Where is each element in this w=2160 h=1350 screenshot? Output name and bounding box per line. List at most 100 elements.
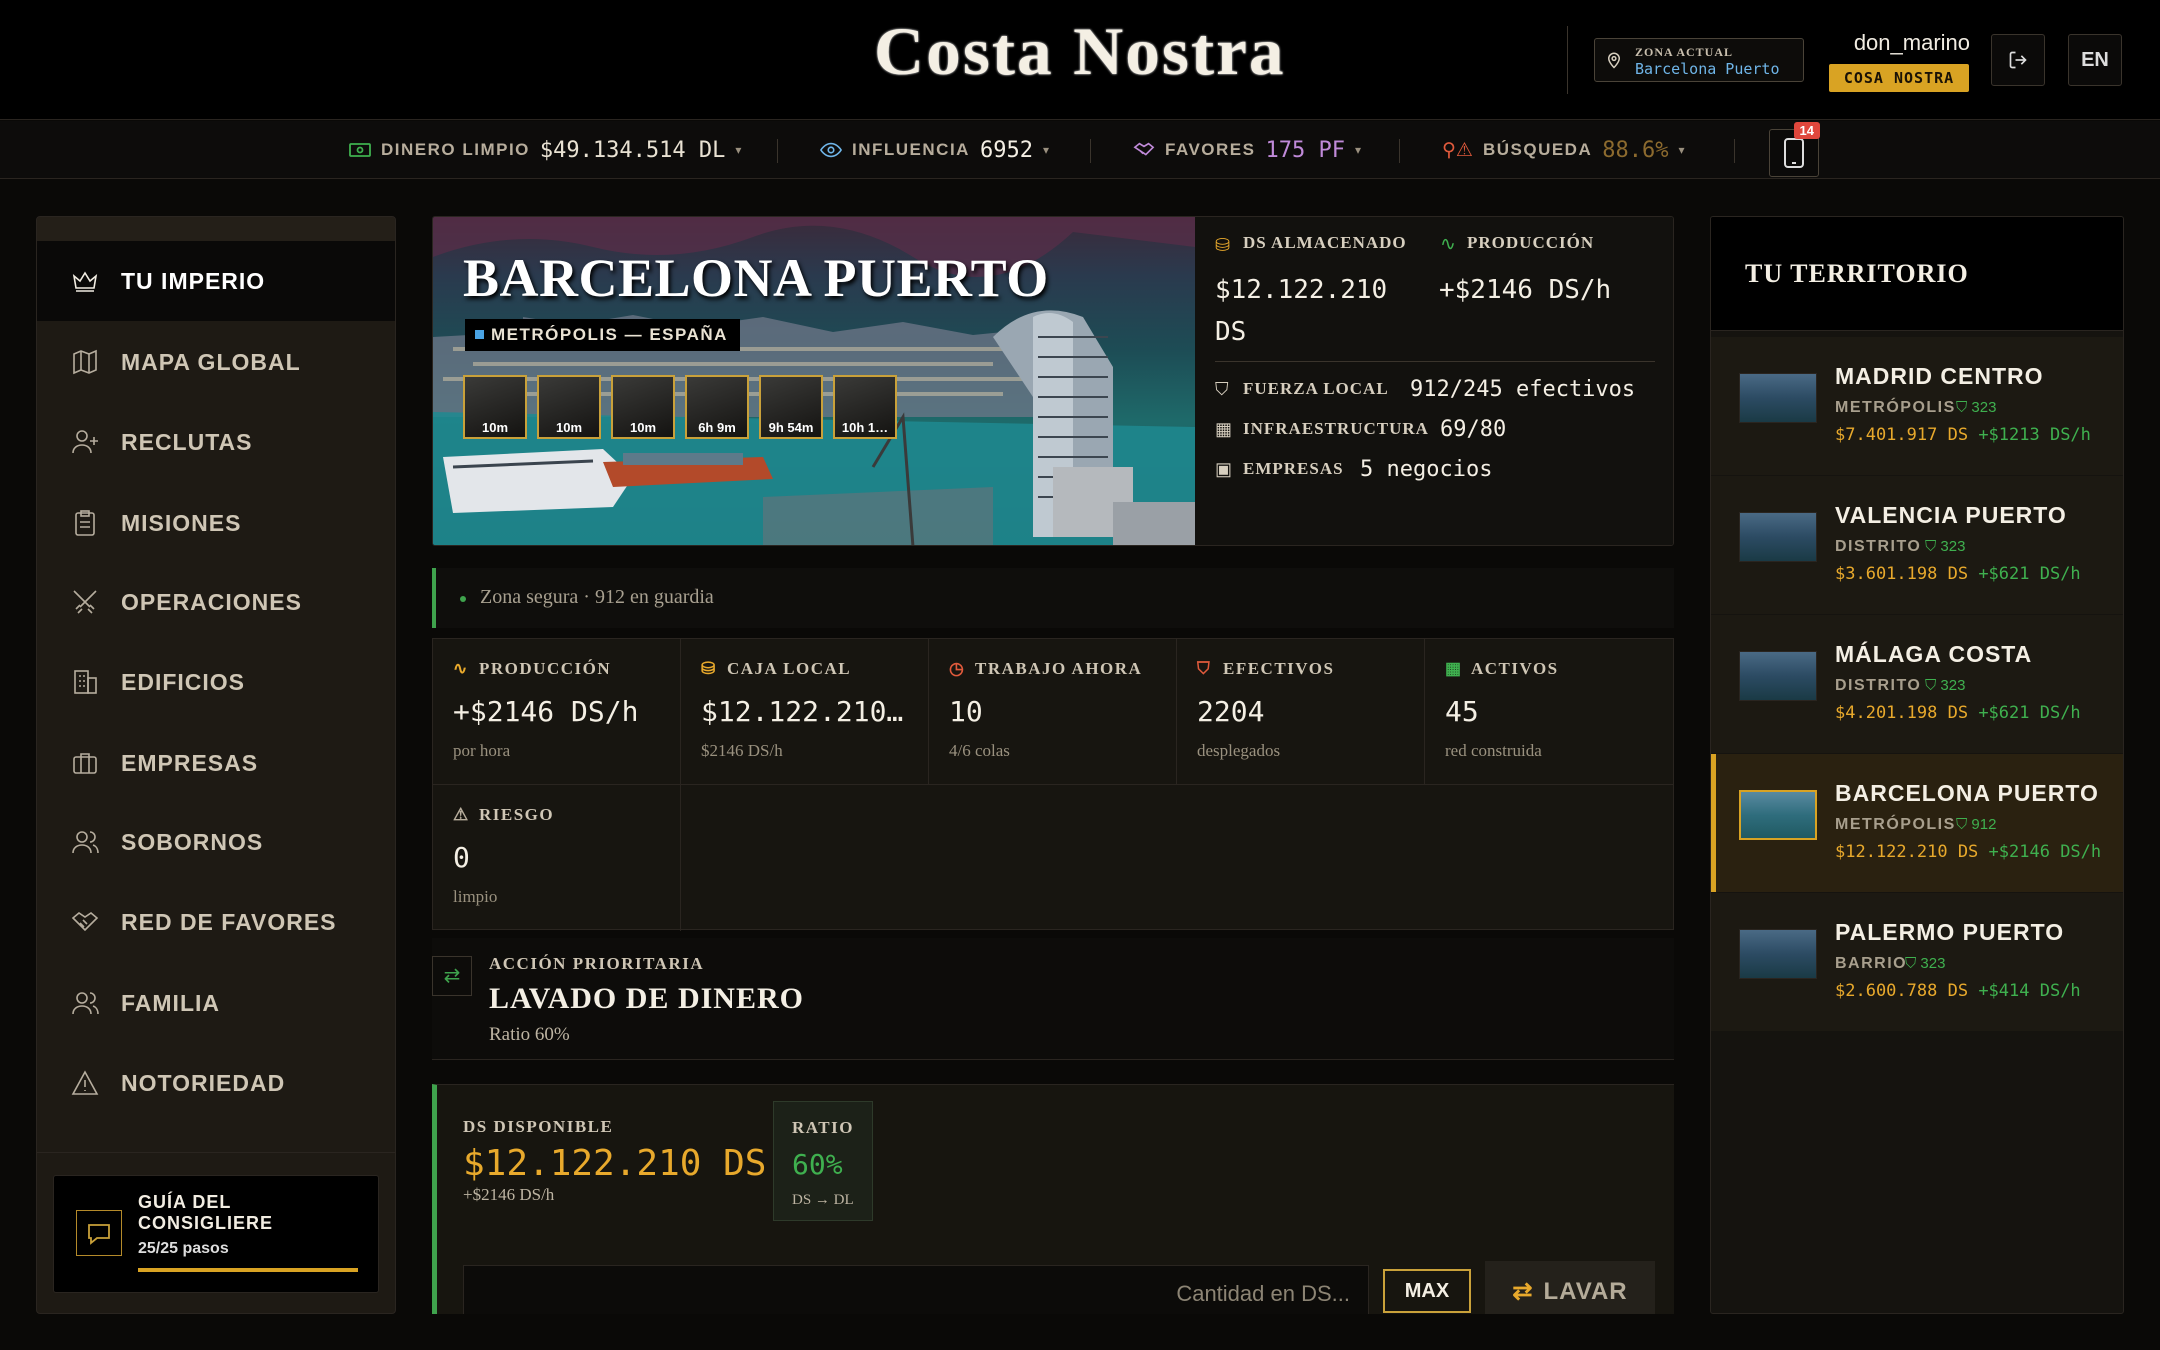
sidebar-item-label: RED DE FAVORES: [121, 908, 337, 935]
stat-value: $49.134.514 DL: [539, 137, 726, 163]
queue-timer-thumb[interactable]: 10m: [611, 375, 675, 439]
territory-thumbnail: [1739, 929, 1817, 979]
chevron-down-icon: ▾: [735, 143, 742, 157]
territory-thumbnail: [1739, 651, 1817, 701]
territory-type: DISTRITO: [1835, 677, 1922, 694]
metric-riesgo: ⚠ RIESGO 0 limpio: [433, 785, 681, 931]
sidebar-item-label: NOTORIEDAD: [121, 1069, 286, 1096]
money-laundering-panel: DS DISPONIBLE $12.122.210 DS +$2146 DS/h…: [432, 1084, 1674, 1314]
sidebar-item-edificios[interactable]: EDIFICIOS: [37, 642, 395, 722]
sidebar-item-red-de-favores[interactable]: RED DE FAVORES: [37, 882, 395, 962]
stat-influence[interactable]: INFLUENCIA 6952 ▾: [820, 121, 1049, 179]
sidebar-item-label: EDIFICIOS: [121, 668, 246, 695]
building-icon: ▦: [1445, 659, 1463, 678]
metric-sub: limpio: [453, 887, 498, 906]
sidebar-item-operaciones[interactable]: OPERACIONES: [37, 562, 395, 642]
alert-triangle-icon: [71, 1070, 99, 1095]
sidebar-top-strip: [37, 217, 395, 241]
swords-icon: [73, 590, 97, 614]
launder-button[interactable]: ⇄ LAVAR: [1485, 1261, 1655, 1314]
current-zone-indicator[interactable]: ZONA ACTUAL Barcelona Puerto: [1594, 38, 1804, 82]
territory-name: PALERMO PUERTO: [1835, 919, 2065, 945]
force-label: FUERZA LOCAL: [1243, 379, 1389, 398]
territory-type: BARRIO: [1835, 955, 1908, 972]
territory-item-palermo-puerto[interactable]: PALERMO PUERTO BARRIO ⛉ 323 $2.600.788 D…: [1711, 893, 2123, 1031]
available-rate: +$2146 DS/h: [463, 1185, 555, 1204]
queue-timer-thumb[interactable]: 10m: [463, 375, 527, 439]
production-label: PRODUCCIÓN: [1467, 233, 1595, 252]
ratio-conversion: DS → DL: [792, 1192, 854, 1208]
logout-button[interactable]: [1991, 34, 2045, 86]
metric-label: TRABAJO AHORA: [975, 659, 1143, 678]
sidebar-item-familia[interactable]: FAMILIA: [37, 963, 395, 1043]
sidebar-item-empresas[interactable]: EMPRESAS: [37, 723, 395, 803]
max-button[interactable]: MAX: [1383, 1269, 1471, 1313]
territory-item-malaga-costa[interactable]: MÁLAGA COSTA DISTRITO ⛉ 323 $4.201.198 D…: [1711, 615, 2123, 753]
stat-search[interactable]: ⚲⚠ BÚSQUEDA 88.6% ▾: [1442, 121, 1685, 179]
city-hero-card: BARCELONA PUERTO METRÓPOLIS — ESPAÑA 10m…: [432, 216, 1674, 546]
territory-type: METRÓPOLIS: [1835, 816, 1956, 833]
metric-value: 0: [453, 841, 470, 874]
zone-status-bar: Zona segura · 912 en guardia: [432, 568, 1674, 628]
metric-caja-local: ⛁ CAJA LOCAL $12.122.210… $2146 DS/h: [681, 639, 929, 785]
sidebar-item-label: MAPA GLOBAL: [121, 348, 301, 375]
territory-thumbnail: [1739, 790, 1817, 840]
timer-label: 9h 54m: [768, 420, 814, 435]
territory-guards: ⛉ 912: [1956, 816, 1997, 833]
resource-stats-bar: DINERO LIMPIO $49.134.514 DL ▾ INFLUENCI…: [0, 121, 2160, 179]
header-divider: [1567, 26, 1568, 94]
territory-item-valencia-puerto[interactable]: VALENCIA PUERTO DISTRITO ⛉ 323 $3.601.19…: [1711, 476, 2123, 614]
amount-input[interactable]: Cantidad en DS...: [463, 1265, 1369, 1314]
queue-timer-thumb[interactable]: 10h 1…: [833, 375, 897, 439]
territory-type: DISTRITO: [1835, 538, 1922, 555]
metric-value: 2204: [1197, 695, 1265, 728]
chat-icon: [76, 1210, 122, 1256]
metric-efectivos: ⛉ EFECTIVOS 2204 desplegados: [1177, 639, 1425, 785]
sidebar-item-sobornos[interactable]: SOBORNOS: [37, 802, 395, 882]
metric-label: ACTIVOS: [1471, 659, 1559, 678]
chevron-down-icon: ▾: [1354, 143, 1361, 157]
force-value: 912/245 efectivos: [1410, 377, 1636, 402]
priority-action: ⇄ ACCIÓN PRIORITARIA LAVADO DE DINERO Ra…: [432, 938, 1674, 1060]
guide-progress: 25/25 pasos: [138, 1240, 229, 1257]
territory-item-madrid-centro[interactable]: MADRID CENTRO METRÓPOLIS ⛉ 323 $7.401.91…: [1711, 337, 2123, 475]
zone-label: ZONA ACTUAL: [1635, 45, 1734, 59]
timer-label: 10m: [555, 420, 583, 435]
territory-income: $4.201.198 DS +$621 DS/h: [1835, 703, 2081, 723]
sidebar-item-mapa-global[interactable]: MAPA GLOBAL: [37, 322, 395, 402]
chevron-down-icon: ▾: [1678, 143, 1685, 157]
phone-button[interactable]: 14: [1769, 122, 1820, 177]
stats-divider: [1215, 361, 1655, 362]
territory-guards: ⛉ 323: [1925, 677, 1966, 694]
sidebar-item-reclutas[interactable]: RECLUTAS: [37, 402, 395, 482]
stat-label: DINERO LIMPIO: [381, 140, 530, 159]
exchange-icon: ⇄: [432, 956, 472, 996]
queue-timer-thumb[interactable]: 10m: [537, 375, 601, 439]
username[interactable]: don_marino: [1828, 30, 1970, 56]
sidebar-item-misiones[interactable]: MISIONES: [37, 483, 395, 563]
stat-value: 175 PF: [1265, 137, 1345, 163]
sidebar-item-notoriedad[interactable]: NOTORIEDAD: [37, 1043, 395, 1123]
stat-favors[interactable]: FAVORES 175 PF ▾: [1133, 121, 1361, 179]
language-button[interactable]: EN: [2068, 34, 2122, 86]
activity-icon: ∿: [453, 659, 469, 678]
metric-label: PRODUCCIÓN: [479, 659, 612, 678]
main-content: BARCELONA PUERTO METRÓPOLIS — ESPAÑA 10m…: [432, 216, 1674, 1314]
sidebar-item-label: FAMILIA: [121, 989, 220, 1016]
queue-timer-thumb[interactable]: 6h 9m: [685, 375, 749, 439]
ratio-label: RATIO: [792, 1118, 854, 1137]
sidebar-item-tu-imperio[interactable]: TU IMPERIO: [37, 241, 395, 321]
territory-thumbnail: [1739, 373, 1817, 423]
metric-value: 10: [949, 695, 983, 728]
stat-clean-money[interactable]: DINERO LIMPIO $49.134.514 DL ▾: [349, 121, 741, 179]
consigliere-guide-card[interactable]: GUÍA DEL CONSIGLIERE 25/25 pasos: [53, 1175, 379, 1293]
metric-label: CAJA LOCAL: [727, 659, 852, 678]
territory-item-barcelona-puerto[interactable]: BARCELONA PUERTO METRÓPOLIS ⛉ 912 $12.12…: [1711, 754, 2123, 892]
top-header: Costa Nostra ZONA ACTUAL Barcelona Puert…: [0, 0, 2160, 120]
territory-guards: ⛉ 323: [1925, 538, 1966, 555]
stat-value: 6952: [979, 137, 1033, 163]
territory-income: $2.600.788 DS +$414 DS/h: [1835, 981, 2081, 1001]
user-plus-icon: [72, 430, 98, 454]
stored-value: $12.122.210 DS: [1215, 275, 1388, 347]
queue-timer-thumb[interactable]: 9h 54m: [759, 375, 823, 439]
